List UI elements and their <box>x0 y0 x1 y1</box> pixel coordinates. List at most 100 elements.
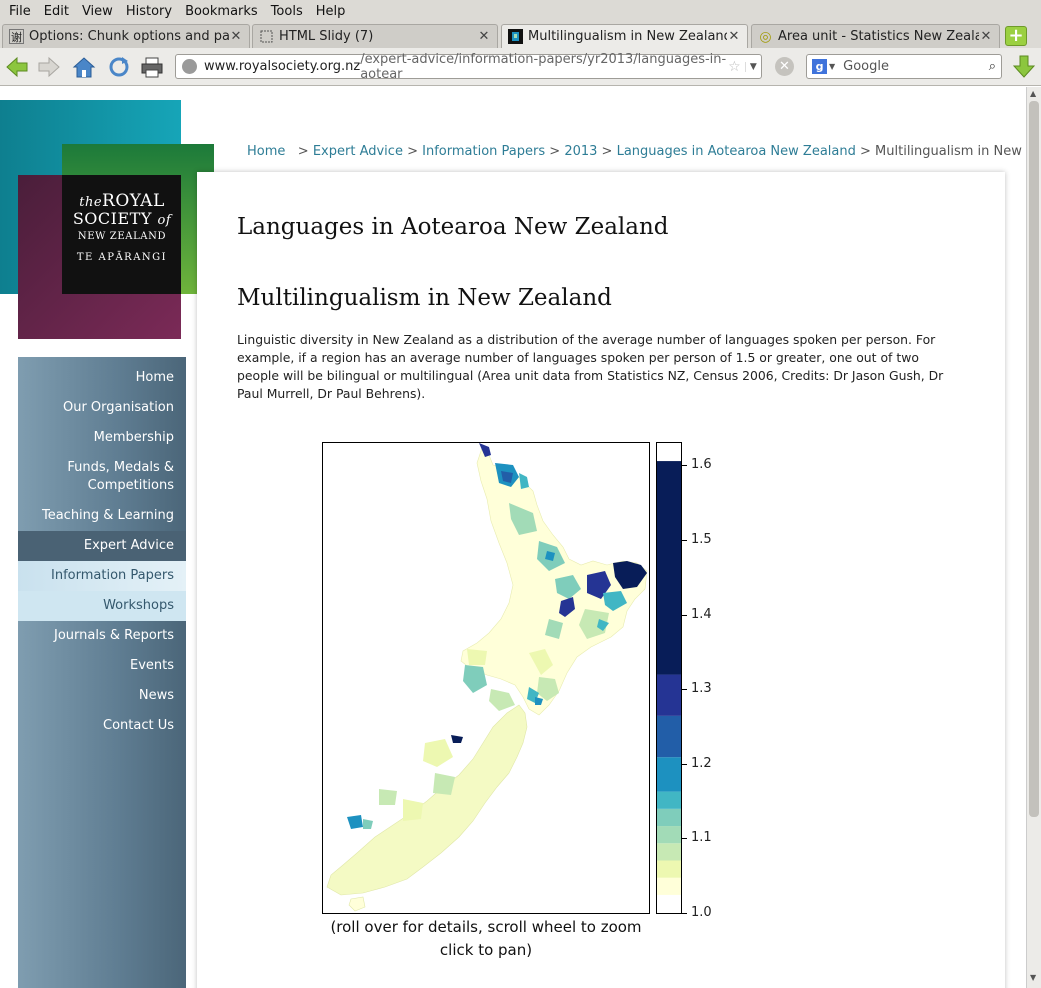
menu-file[interactable]: File <box>4 4 36 19</box>
home-icon <box>72 57 96 78</box>
reload-icon <box>109 57 129 77</box>
new-tab-button[interactable]: + <box>1005 26 1027 46</box>
url-dropdown-icon[interactable]: ▼ <box>744 61 761 72</box>
map-area-taranaki[interactable] <box>467 649 487 665</box>
nz-choropleth-map[interactable] <box>322 442 650 914</box>
scroll-up-icon[interactable]: ▲ <box>1030 89 1036 98</box>
description-text: Linguistic diversity in New Zealand as a… <box>237 332 944 401</box>
page-title: Languages in Aotearoa New Zealand <box>237 214 669 240</box>
tab-area-unit[interactable]: ◎ Area unit - Statistics New Zealand ✕ <box>751 24 1000 48</box>
tab-html-slidy[interactable]: HTML Slidy (7) ✕ <box>252 24 498 48</box>
sidebar-item-membership[interactable]: Membership <box>18 423 186 453</box>
legend-color-bar <box>656 442 682 914</box>
url-bar[interactable]: www.royalsociety.org.nz/expert-advice/in… <box>175 51 762 82</box>
map-area-christchurch[interactable] <box>451 735 463 743</box>
map-area-nelson[interactable] <box>463 665 487 693</box>
forward-arrow-icon <box>38 56 60 78</box>
section-title: Multilingualism in New Zealand <box>237 285 612 311</box>
breadcrumb-current: Multilingualism in New Zealand <box>875 144 1026 159</box>
breadcrumb-information-papers[interactable]: Information Papers <box>422 144 545 159</box>
home-button[interactable] <box>71 54 97 80</box>
map-area-canterbury[interactable] <box>433 773 455 795</box>
legend-bin-4 <box>657 808 681 827</box>
map-area-otago[interactable] <box>379 789 397 805</box>
map-area-dunedin[interactable] <box>363 819 373 829</box>
legend-tick-label: 1.6 <box>682 458 712 472</box>
legend-tick-label: 1.2 <box>682 756 712 771</box>
sidebar-item-events[interactable]: Events <box>18 651 186 681</box>
web-page: theROYAL SOCIETY of NEW ZEALAND TE APĀRA… <box>0 87 1026 988</box>
map-area-queenstown[interactable] <box>347 815 363 829</box>
menu-edit[interactable]: Edit <box>39 4 74 19</box>
content-panel: Languages in Aotearoa New Zealand Multil… <box>197 172 1005 988</box>
forward-button[interactable] <box>36 54 62 80</box>
sidebar-item-home[interactable]: Home <box>18 363 186 393</box>
map-favicon-icon <box>508 29 523 44</box>
logo-text[interactable]: theROYAL SOCIETY of NEW ZEALAND TE APĀRA… <box>62 175 182 293</box>
breadcrumb-home[interactable]: Home <box>247 144 285 159</box>
vertical-scrollbar[interactable]: ▲ ▼ <box>1026 87 1041 988</box>
sidebar-item-expert-advice[interactable]: Expert Advice <box>18 531 186 561</box>
close-icon[interactable]: ✕ <box>979 29 993 44</box>
search-icon[interactable]: ⌕ <box>989 59 996 74</box>
search-input[interactable]: Google <box>843 59 889 74</box>
sidebar-item-journals-reports[interactable]: Journals & Reports <box>18 621 186 651</box>
sidebar-nav: Home Our Organisation Membership Funds, … <box>18 357 186 988</box>
back-arrow-icon <box>6 56 28 78</box>
menu-tools[interactable]: Tools <box>266 4 308 19</box>
menu-view[interactable]: View <box>77 4 118 19</box>
sidebar-subitem-information-papers[interactable]: Information Papers <box>18 561 186 591</box>
statsnz-favicon-icon: ◎ <box>759 28 772 45</box>
back-button[interactable] <box>4 54 30 80</box>
breadcrumb-2013[interactable]: 2013 <box>564 144 597 159</box>
map-area-mackenzie[interactable] <box>403 799 423 821</box>
legend-tick-label: 1.0 <box>682 906 712 920</box>
search-box[interactable]: g ▼ Google ⌕ <box>806 54 1002 79</box>
legend-tick-label: 1.3 <box>682 682 712 696</box>
south-island-region[interactable] <box>326 704 528 896</box>
download-arrow-icon[interactable] <box>1013 55 1035 79</box>
browser-chrome: File Edit View History Bookmarks Tools H… <box>0 0 1041 86</box>
close-icon[interactable]: ✕ <box>727 29 741 44</box>
sidebar-item-funds-medals-competitions[interactable]: Funds, Medals & Competitions <box>18 453 186 501</box>
tab-chunk-options[interactable]: 谢 Options: Chunk options and pa... ✕ <box>2 24 250 48</box>
sidebar-item-teaching-learning[interactable]: Teaching & Learning <box>18 501 186 531</box>
legend-bin-8 <box>657 674 681 716</box>
blank-page-icon <box>259 29 274 44</box>
stewart-island-region[interactable] <box>348 896 366 912</box>
breadcrumb: Home > Expert Advice > Information Paper… <box>247 144 1026 159</box>
url-path: /expert-advice/information-papers/yr2013… <box>360 51 727 82</box>
breadcrumb-expert-advice[interactable]: Expert Advice <box>313 144 403 159</box>
breadcrumb-languages[interactable]: Languages in Aotearoa New Zealand <box>617 144 856 159</box>
tab-label: HTML Slidy (7) <box>279 29 374 44</box>
sidebar-subitem-workshops[interactable]: Workshops <box>18 591 186 621</box>
nz-map-svg[interactable] <box>323 443 649 913</box>
legend-bin-7 <box>657 715 681 758</box>
stop-button[interactable]: ✕ <box>775 57 794 76</box>
globe-icon <box>182 59 197 74</box>
close-icon[interactable]: ✕ <box>229 29 243 44</box>
menu-help[interactable]: Help <box>311 4 351 19</box>
reload-button[interactable] <box>106 54 132 80</box>
legend-bin-9 <box>657 461 681 675</box>
menu-bookmarks[interactable]: Bookmarks <box>180 4 263 19</box>
map-area-westland[interactable] <box>423 739 453 767</box>
scrollbar-thumb[interactable] <box>1029 101 1039 817</box>
legend-bin-0 <box>657 877 681 895</box>
sidebar-item-our-organisation[interactable]: Our Organisation <box>18 393 186 423</box>
scroll-down-icon[interactable]: ▼ <box>1030 973 1036 982</box>
close-icon[interactable]: ✕ <box>477 29 491 44</box>
sidebar-item-contact-us[interactable]: Contact Us <box>18 711 186 741</box>
legend-tick-label: 1.1 <box>682 831 712 845</box>
map-area-marlborough[interactable] <box>489 689 515 711</box>
navigation-toolbar: www.royalsociety.org.nz/expert-advice/in… <box>0 48 1041 86</box>
menu-history[interactable]: History <box>121 4 177 19</box>
tab-multilingualism[interactable]: Multilingualism in New Zealand ... ✕ <box>501 24 748 48</box>
search-engine-dropdown-icon[interactable]: ▼ <box>829 62 835 71</box>
tab-label: Options: Chunk options and pa... <box>29 29 229 44</box>
print-button[interactable] <box>139 54 165 80</box>
google-icon[interactable]: g <box>812 59 827 74</box>
sidebar-item-news[interactable]: News <box>18 681 186 711</box>
url-host: www.royalsociety.org.nz <box>204 59 361 74</box>
bookmark-star-icon[interactable]: ☆ <box>728 59 745 75</box>
